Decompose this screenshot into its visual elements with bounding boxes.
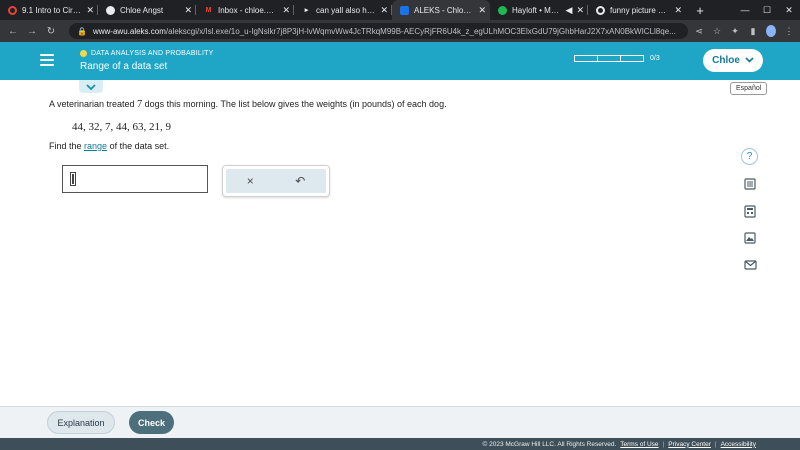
topic-label: DATA ANALYSIS AND PROBABILITY <box>91 50 214 57</box>
user-name: Chloe <box>712 55 740 66</box>
topic-status-dot <box>80 50 87 57</box>
browser-tab[interactable]: Hayloft • Moth ◀ ✕ <box>490 0 588 20</box>
collapse-toggle[interactable] <box>79 80 103 93</box>
footer-action-bar <box>0 406 800 438</box>
browser-tab[interactable]: funny picture meme ✕ <box>588 0 686 20</box>
profile-avatar[interactable] <box>766 25 776 37</box>
browser-tab-strip: 9.1 Intro to Circles ✕ Chloe Angst ✕ M I… <box>0 0 800 20</box>
address-bar[interactable]: 🔒 www-awu.aleks.com /alekscgi/x/Isl.exe/… <box>69 23 688 39</box>
range-definition-link[interactable]: range <box>84 141 107 151</box>
language-button[interactable]: Español <box>730 82 768 95</box>
tab-title: Hayloft • Moth <box>512 5 562 15</box>
chevron-down-icon <box>86 83 96 90</box>
tab-title: ALEKS - Chloe Angst <box>414 5 475 15</box>
close-icon[interactable]: ✕ <box>282 5 290 16</box>
link-separator: | <box>714 440 717 448</box>
progress-count: 0/3 <box>650 55 660 62</box>
tab-title: Inbox - chloe.angst <box>218 5 278 15</box>
prompt-text: of the data set. <box>107 141 170 151</box>
brainly-icon: ▸ <box>304 7 309 14</box>
answer-tools-panel: × ↶ <box>222 165 330 197</box>
maximize-icon[interactable]: ☐ <box>756 5 778 16</box>
hamburger-menu-icon[interactable] <box>40 54 54 66</box>
extensions-icon[interactable]: ✦ <box>730 26 740 37</box>
url-host: www-awu.aleks.com <box>92 26 166 36</box>
answer-input[interactable] <box>62 165 208 193</box>
problem-statement: A veterinarian treated 7 dogs this morni… <box>49 99 447 110</box>
circle-ring-icon <box>8 5 17 15</box>
forward-icon[interactable]: → <box>25 26 39 37</box>
question-prompt: Find the range of the data set. <box>49 141 169 151</box>
browser-tab-active[interactable]: ALEKS - Chloe Angst ✕ <box>392 0 490 20</box>
help-icon[interactable]: ? <box>741 148 758 165</box>
data-set: 44, 32, 7, 44, 63, 21, 9 <box>72 121 171 133</box>
prompt-text: Find the <box>49 141 85 151</box>
terms-link[interactable]: Terms of Use <box>620 441 658 448</box>
close-icon[interactable]: ✕ <box>478 5 486 16</box>
privacy-link[interactable]: Privacy Center <box>668 441 711 448</box>
browser-tab[interactable]: ▸ can yall also help ✕ <box>294 0 392 20</box>
link-separator: | <box>662 440 665 448</box>
new-tab-button[interactable]: + <box>690 0 710 20</box>
undo-button[interactable]: ↶ <box>295 174 305 188</box>
share-icon[interactable]: ⋖ <box>694 26 704 37</box>
github-icon <box>106 5 115 15</box>
problem-text: dogs this morning. The list below gives … <box>142 99 447 109</box>
progress-segment <box>574 55 598 62</box>
progress-segment <box>597 55 621 62</box>
calculator-icon[interactable] <box>742 203 758 219</box>
accessibility-link[interactable]: Accessibility <box>721 441 756 448</box>
image-gallery-icon[interactable] <box>742 230 758 246</box>
notebook-icon[interactable] <box>742 176 758 192</box>
browser-toolbar: ← → ↻ 🔒 www-awu.aleks.com /alekscgi/x/Is… <box>0 20 800 42</box>
browser-tab[interactable]: Chloe Angst ✕ <box>98 0 196 20</box>
spotify-icon <box>498 5 507 15</box>
legal-footer: © 2023 McGraw Hill LLC. All Rights Reser… <box>0 438 800 450</box>
close-icon[interactable]: ✕ <box>674 5 682 16</box>
close-icon[interactable]: ✕ <box>86 5 94 16</box>
copyright-text: © 2023 McGraw Hill LLC. All Rights Reser… <box>482 440 617 448</box>
close-icon[interactable]: ✕ <box>184 5 192 16</box>
topic-line: DATA ANALYSIS AND PROBABILITY <box>80 50 214 57</box>
progress-segment <box>620 55 644 62</box>
bookmark-star-icon[interactable]: ☆ <box>712 26 722 37</box>
page-title: Range of a data set <box>80 61 168 72</box>
check-button[interactable]: Check <box>129 411 174 434</box>
back-icon[interactable]: ← <box>6 26 20 37</box>
url-path: /alekscgi/x/Isl.exe/1o_u-IgNslkr7j8P3jH-… <box>165 26 676 36</box>
minimize-icon[interactable]: — <box>734 5 756 15</box>
close-icon[interactable]: ✕ <box>576 5 584 16</box>
progress-bar <box>574 55 644 62</box>
gmail-icon: M <box>205 6 212 14</box>
user-menu-button[interactable]: Chloe <box>703 49 763 72</box>
problem-text: A veterinarian treated <box>49 99 138 109</box>
tab-title: funny picture meme <box>610 5 670 15</box>
google-icon <box>596 5 605 15</box>
close-icon[interactable]: ✕ <box>380 5 388 16</box>
message-envelope-icon[interactable] <box>742 257 758 273</box>
lock-icon: 🔒 <box>77 26 87 36</box>
input-cursor <box>70 172 76 186</box>
tab-title: can yall also help <box>316 5 377 15</box>
browser-tab[interactable]: M Inbox - chloe.angst ✕ <box>196 0 294 20</box>
side-panel-icon[interactable]: ▮ <box>748 26 758 37</box>
explanation-button[interactable]: Explanation <box>47 411 115 434</box>
menu-kebab-icon[interactable]: ⋮ <box>784 26 794 37</box>
chevron-down-icon <box>745 56 754 65</box>
aleks-icon <box>400 5 409 15</box>
reload-icon[interactable]: ↻ <box>44 26 58 37</box>
clear-button[interactable]: × <box>247 174 254 188</box>
tab-title: Chloe Angst <box>120 5 164 15</box>
aleks-header: DATA ANALYSIS AND PROBABILITY Range of a… <box>0 42 800 80</box>
browser-tab[interactable]: 9.1 Intro to Circles ✕ <box>0 0 98 20</box>
window-close-icon[interactable]: ✕ <box>778 5 800 16</box>
speaker-icon[interactable]: ◀ <box>566 5 573 16</box>
window-controls: — ☐ ✕ <box>734 0 800 20</box>
tab-title: 9.1 Intro to Circles <box>22 5 83 15</box>
